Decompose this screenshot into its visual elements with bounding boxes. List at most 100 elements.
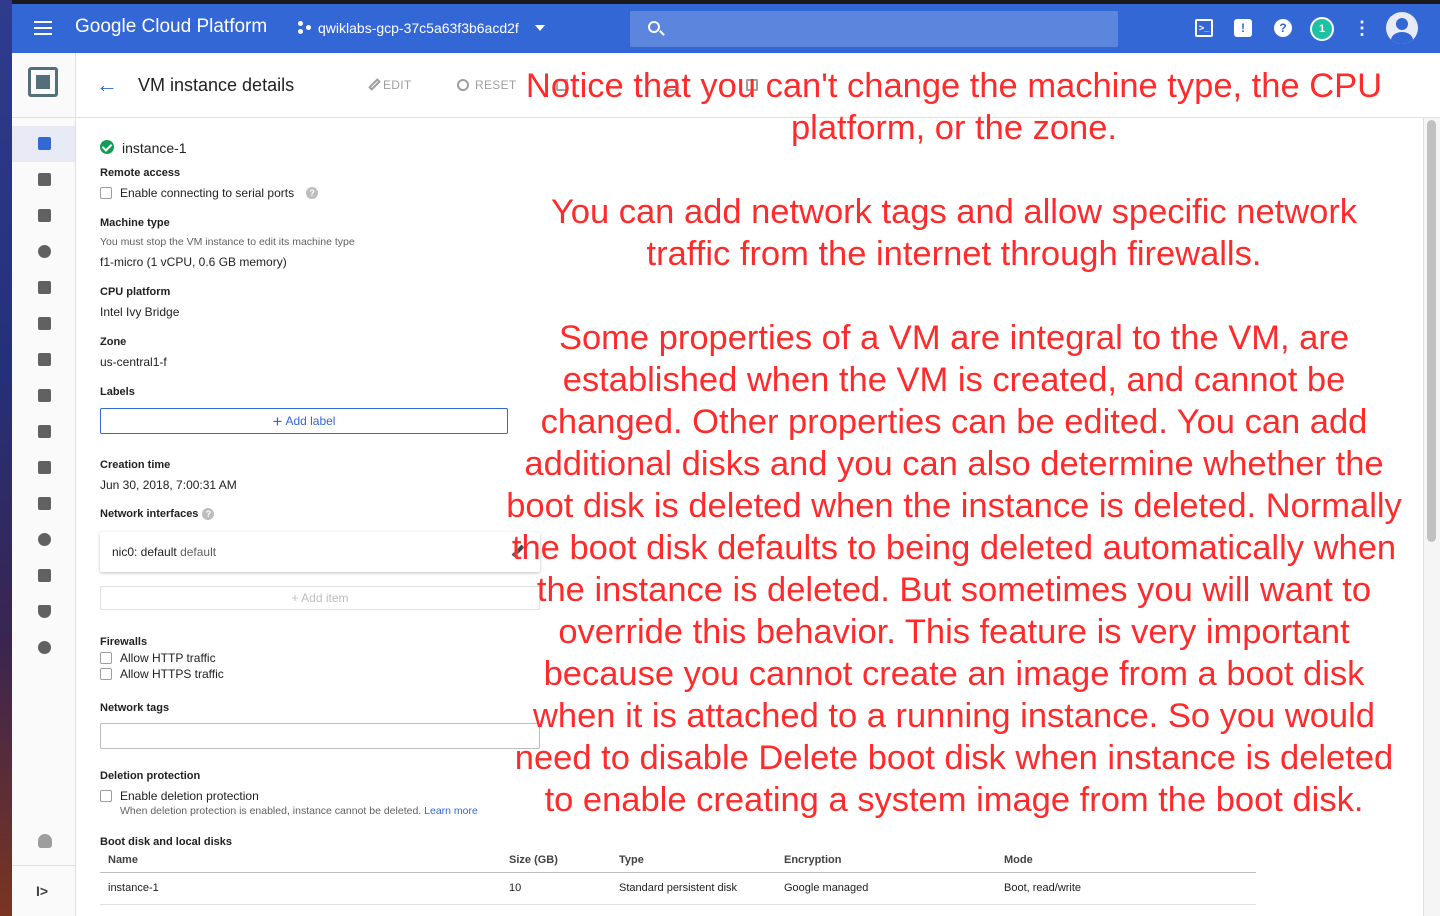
network-interface-row[interactable]: nic0: default default bbox=[100, 532, 540, 572]
nav-health-checks[interactable] bbox=[12, 450, 75, 486]
stop-button[interactable] bbox=[666, 78, 684, 92]
menu-icon[interactable] bbox=[34, 21, 52, 35]
divider bbox=[100, 872, 1256, 873]
machine-type-hint: You must stop the VM instance to edit it… bbox=[100, 236, 355, 248]
compute-engine-icon[interactable] bbox=[28, 67, 58, 97]
back-arrow-icon[interactable]: ← bbox=[96, 74, 118, 96]
notification-badge[interactable]: 1 bbox=[1310, 17, 1334, 41]
health-icon bbox=[38, 461, 51, 474]
col-encryption: Encryption bbox=[784, 854, 842, 866]
divider bbox=[12, 117, 75, 118]
zone-label: Zone bbox=[100, 336, 127, 348]
page-title: VM instance details bbox=[138, 75, 295, 95]
checkbox-box[interactable] bbox=[100, 652, 112, 664]
snapshots-icon bbox=[38, 281, 51, 294]
edit-pencil-icon[interactable] bbox=[511, 544, 525, 558]
nic-network: default bbox=[180, 545, 217, 559]
top-app-bar: Google Cloud Platform qwiklabs-gcp-37c5a… bbox=[12, 4, 1440, 53]
page-header: ← VM instance details EDIT RESET bbox=[76, 53, 1440, 118]
nav-operations[interactable] bbox=[12, 522, 75, 558]
http-checkbox[interactable]: Allow HTTP traffic bbox=[100, 651, 216, 665]
https-checkbox[interactable]: Allow HTTPS traffic bbox=[100, 667, 224, 681]
feedback-icon[interactable]: ! bbox=[1234, 19, 1252, 37]
col-name: Name bbox=[108, 854, 138, 866]
nav-metadata[interactable] bbox=[12, 414, 75, 450]
disks-icon bbox=[38, 245, 51, 258]
disks-label: Boot disk and local disks bbox=[100, 836, 233, 848]
annotation-overlay: Notice that you can't change the machine… bbox=[505, 65, 1403, 821]
power-icon bbox=[457, 79, 469, 91]
deletion-protection-label: Deletion protection bbox=[100, 770, 201, 782]
disk-mode: Boot, read/write bbox=[1004, 882, 1082, 894]
network-interfaces-label: Network interfaces? bbox=[100, 508, 215, 520]
brand-title[interactable]: Google Cloud Platform bbox=[75, 16, 267, 38]
learn-more-link[interactable]: Learn more bbox=[424, 805, 478, 817]
stop-icon bbox=[666, 79, 678, 91]
desktop-background-strip bbox=[0, 0, 12, 916]
edit-button[interactable]: EDIT bbox=[368, 78, 412, 92]
marketplace-rocket-icon[interactable] bbox=[38, 834, 52, 848]
project-selector[interactable]: qwiklabs-gcp-37c5a63f3b6acd2f bbox=[298, 20, 545, 36]
gear-icon bbox=[38, 641, 51, 654]
col-type: Type bbox=[619, 854, 644, 866]
serial-ports-checkbox[interactable]: Enable connecting to serial ports ? bbox=[100, 186, 319, 200]
disk-size: 10 bbox=[509, 882, 522, 894]
caret-down-icon bbox=[534, 25, 545, 31]
nav-zones[interactable] bbox=[12, 486, 75, 522]
checkbox-box[interactable] bbox=[100, 790, 112, 802]
instance-name: instance-1 bbox=[122, 140, 187, 156]
nav-instance-templates[interactable] bbox=[12, 198, 75, 234]
cpu-platform-value: Intel Ivy Bridge bbox=[100, 305, 180, 319]
network-tags-input[interactable] bbox=[100, 723, 540, 749]
expand-nav-icon[interactable]: I> bbox=[36, 883, 48, 899]
clone-button[interactable] bbox=[556, 78, 574, 92]
pencil-icon bbox=[368, 78, 381, 91]
cpu-platform-label: CPU platform bbox=[100, 286, 171, 298]
nav-snapshots[interactable] bbox=[12, 270, 75, 306]
avatar-icon[interactable] bbox=[1386, 12, 1418, 44]
labels-label: Labels bbox=[100, 386, 135, 398]
scrollbar-thumb[interactable] bbox=[1427, 120, 1436, 542]
instance-templates-icon bbox=[38, 209, 51, 222]
project-dots-icon bbox=[298, 21, 312, 35]
annotation-paragraph-2: You can add network tags and allow speci… bbox=[550, 193, 1358, 273]
add-label-button[interactable]: + Add label bbox=[100, 408, 508, 434]
help-icon[interactable]: ? bbox=[306, 187, 319, 199]
help-icon[interactable]: ? bbox=[202, 508, 215, 520]
nav-vm-instances[interactable] bbox=[12, 126, 75, 162]
disk-type: Standard persistent disk bbox=[619, 882, 738, 894]
remote-access-label: Remote access bbox=[100, 167, 181, 179]
nav-security-scans[interactable] bbox=[12, 594, 75, 630]
clone-icon bbox=[556, 79, 568, 91]
divider bbox=[12, 865, 75, 866]
annotation-paragraph-3: Some properties of a VM are integral to … bbox=[506, 319, 1402, 819]
machine-type-value: f1-micro (1 vCPU, 0.6 GB memory) bbox=[100, 255, 287, 269]
nav-instance-groups[interactable] bbox=[12, 162, 75, 198]
deletion-protection-checkbox[interactable]: Enable deletion protection bbox=[100, 789, 259, 803]
clock-icon bbox=[38, 533, 51, 546]
nav-settings[interactable] bbox=[12, 630, 75, 666]
delete-button[interactable] bbox=[746, 78, 764, 92]
delete-icon bbox=[746, 79, 758, 91]
disk-name[interactable]: instance-1 bbox=[108, 882, 159, 894]
scrollbar[interactable] bbox=[1423, 118, 1440, 916]
nav-committed-use[interactable] bbox=[12, 378, 75, 414]
search-input[interactable] bbox=[630, 11, 1118, 47]
network-tags-label: Network tags bbox=[100, 702, 170, 714]
help-icon[interactable]: ? bbox=[1274, 19, 1292, 37]
machine-type-label: Machine type bbox=[100, 217, 170, 229]
checkbox-box[interactable] bbox=[100, 668, 112, 680]
more-vert-icon[interactable]: ⋮ bbox=[1353, 19, 1371, 37]
cloud-shell-icon[interactable]: >_ bbox=[1195, 19, 1213, 37]
running-check-icon bbox=[100, 140, 114, 154]
creation-time-label: Creation time bbox=[100, 459, 171, 471]
nav-tpus[interactable] bbox=[12, 342, 75, 378]
add-item-button[interactable]: + Add item bbox=[100, 586, 540, 610]
quotas-icon bbox=[38, 569, 51, 582]
checkbox-box[interactable] bbox=[100, 187, 112, 199]
nav-images[interactable] bbox=[12, 306, 75, 342]
nav-quotas[interactable] bbox=[12, 558, 75, 594]
firewalls-label: Firewalls bbox=[100, 636, 148, 648]
reset-button[interactable]: RESET bbox=[457, 78, 517, 92]
nav-disks[interactable] bbox=[12, 234, 75, 270]
